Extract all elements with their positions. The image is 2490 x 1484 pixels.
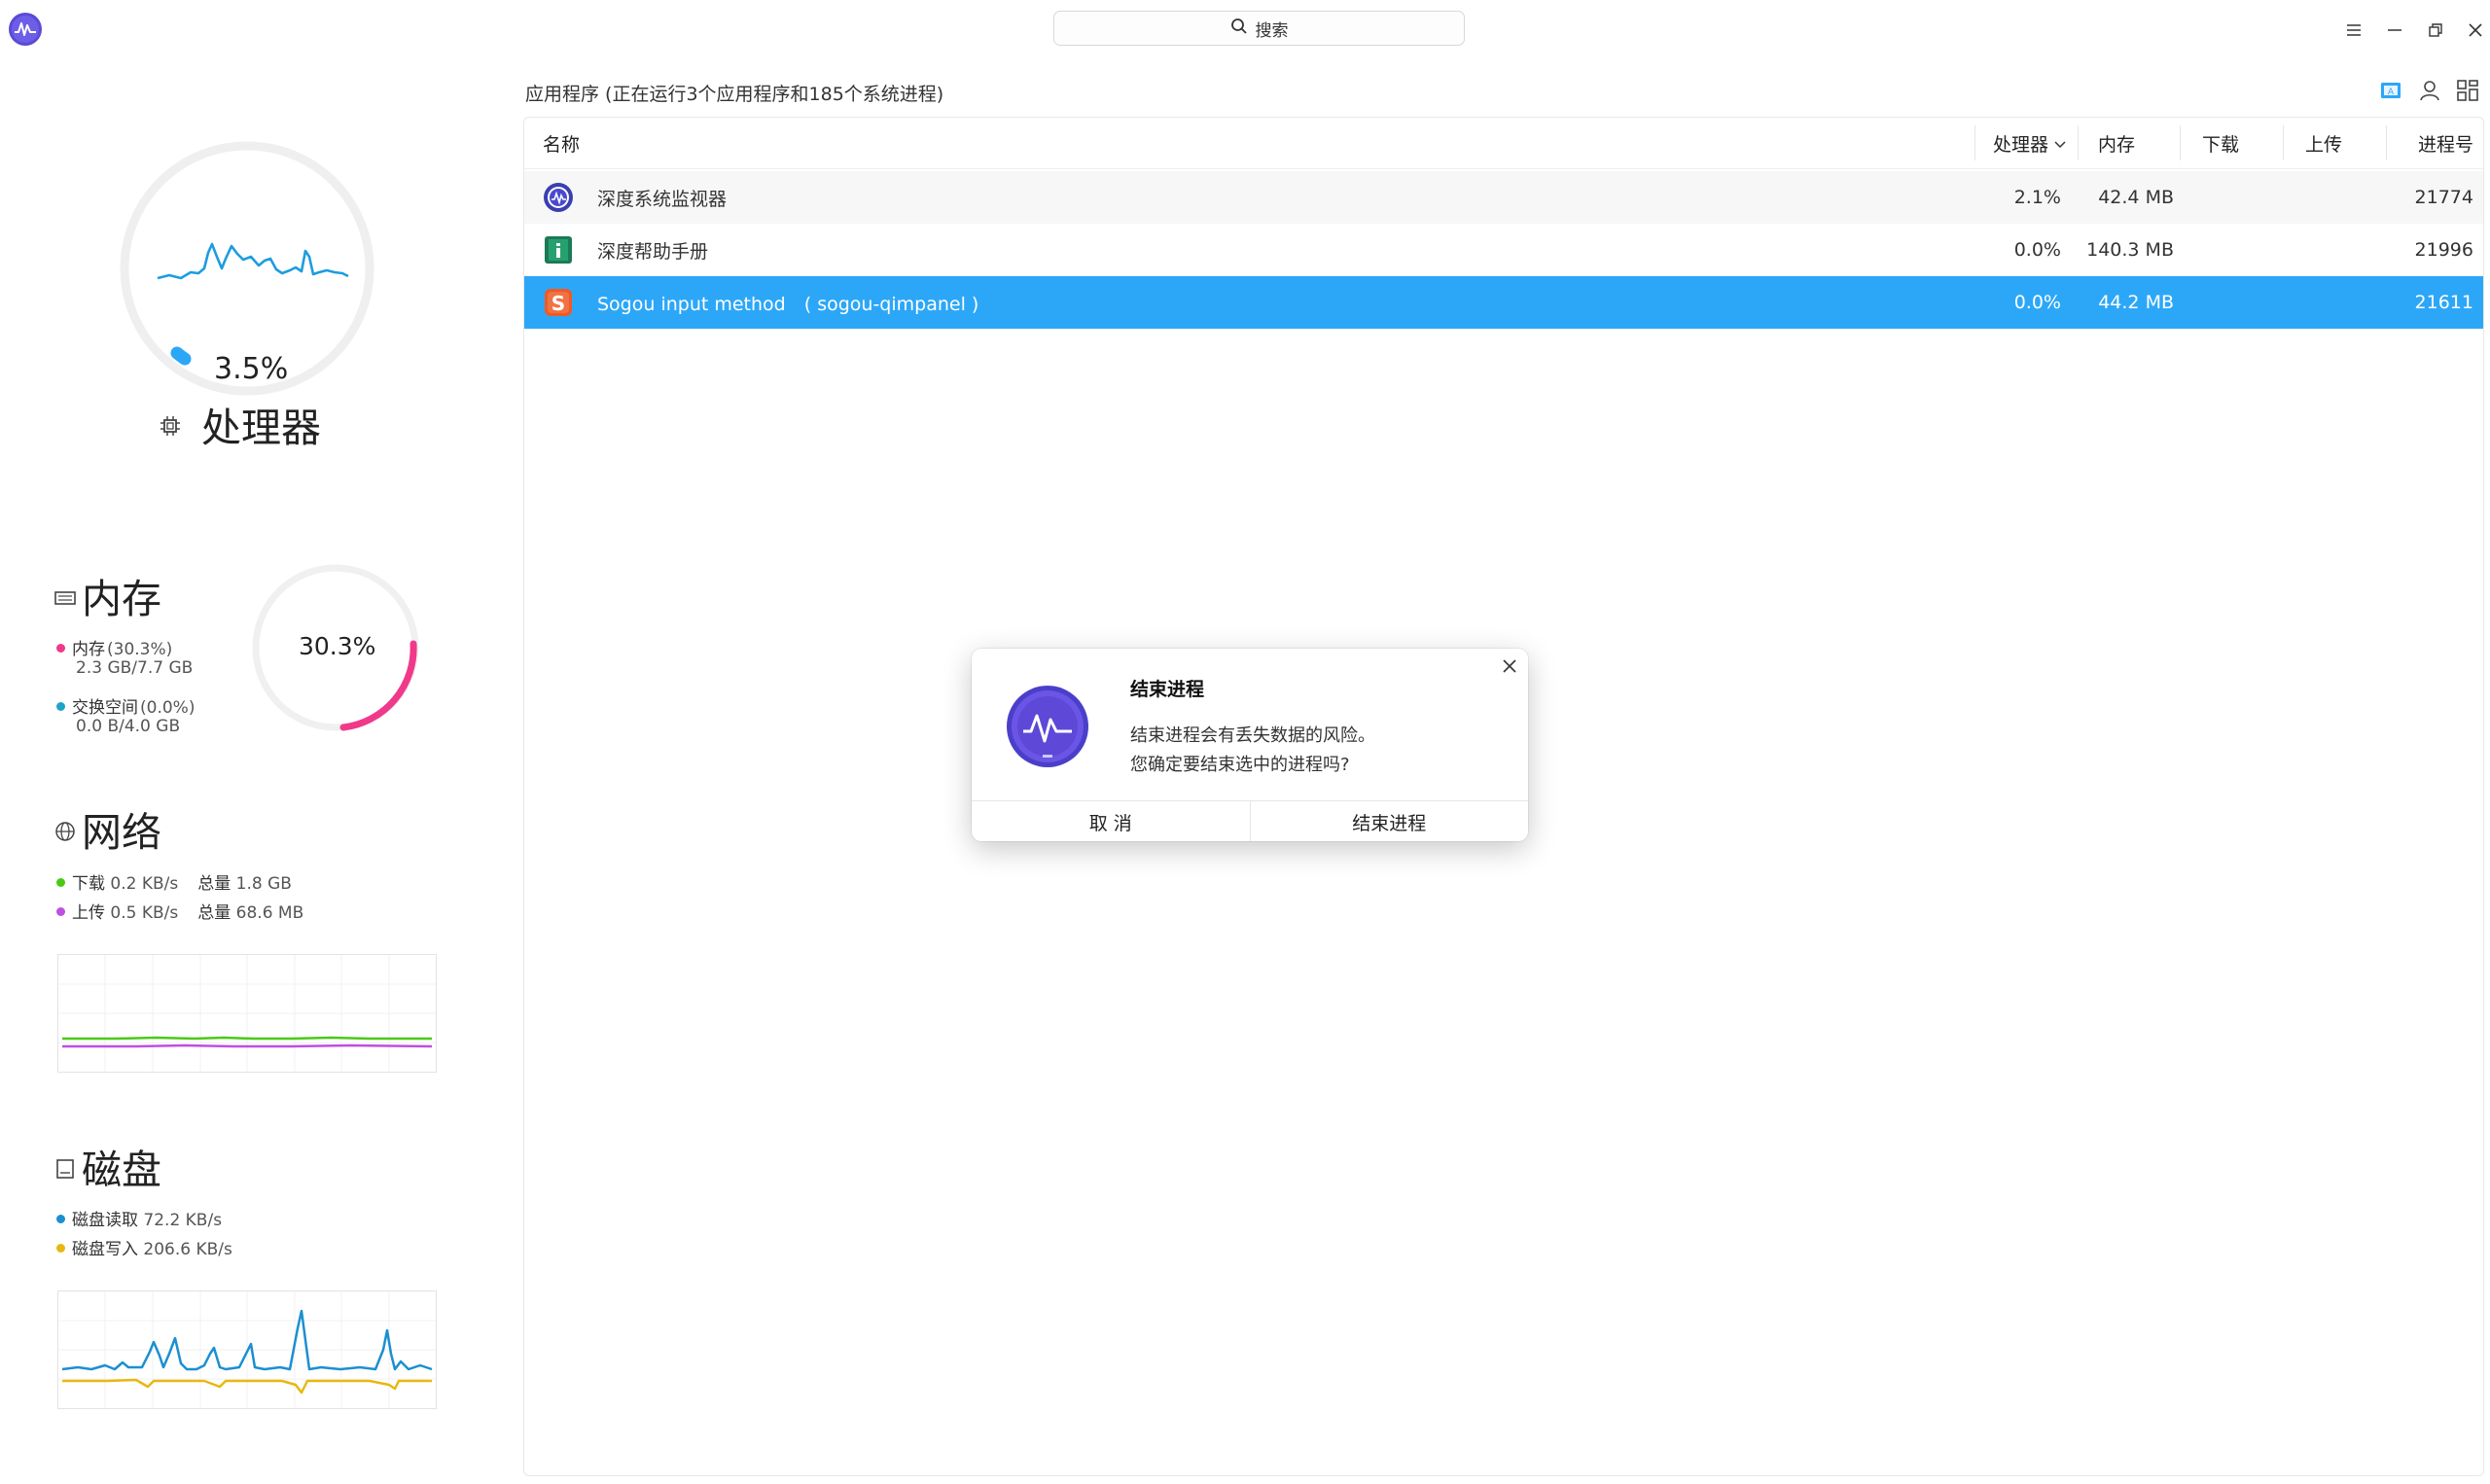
table-row-selected[interactable]: S Sogou input method ( sogou-qimpanel ) … [524, 276, 2483, 329]
memory-legend-item: 内存 (30.3%) [56, 635, 172, 659]
disk-read-dot [56, 1214, 65, 1223]
process-download [2178, 276, 2275, 329]
globe-icon [54, 805, 76, 852]
cpu-history-line [157, 242, 349, 280]
disk-icon [54, 1143, 76, 1189]
process-cpu: 2.1% [2013, 187, 2061, 208]
dialog-message-line1: 结束进程会有丢失数据的风险。 [1130, 725, 1375, 746]
column-header-pid[interactable]: 进程号 [2386, 118, 2473, 168]
memory-ring-label: 30.3% [299, 632, 376, 660]
process-download [2178, 224, 2275, 276]
dialog-message-line2: 您确定要结束选中的进程吗? [1130, 755, 1350, 775]
process-name: 深度系统监视器 [597, 188, 728, 210]
cpu-usage-arc [170, 346, 192, 366]
search-input[interactable]: 搜索 [1053, 11, 1465, 46]
dialog-button-bar: 取 消 结束进程 [972, 800, 1528, 841]
app-process-view-icon[interactable]: A [2378, 78, 2403, 103]
disk-read-legend-item: 磁盘读取 72.2 KB/s [56, 1206, 222, 1230]
swap-value: 0.0 B/4.0 GB [76, 717, 181, 736]
search-icon [1230, 18, 1248, 40]
minimize-icon[interactable] [2382, 18, 2407, 43]
table-header: 名称 处理器 内存 下载 上传 进程号 [524, 118, 2483, 169]
dialog-title: 结束进程 [1130, 679, 1205, 700]
swap-legend-item: 交换空间 (0.0%) [56, 693, 195, 718]
column-header-upload[interactable]: 上传 [2305, 118, 2342, 168]
cpu-section-title: 处理器 [159, 395, 321, 453]
deepin-monitor-icon [543, 171, 574, 224]
svg-text:S: S [551, 292, 565, 315]
column-header-download[interactable]: 下载 [2202, 118, 2239, 168]
app-logo-icon[interactable] [8, 12, 43, 47]
upload-line [62, 1043, 433, 1048]
network-section-title: 网络 [54, 799, 161, 858]
download-dot [56, 877, 65, 887]
disk-section-title: 磁盘 [54, 1137, 161, 1195]
process-memory: 140.3 MB [2086, 239, 2174, 261]
memory-section-title: 内存 [54, 566, 161, 624]
sogou-icon: S [543, 276, 574, 329]
all-process-view-icon[interactable] [2455, 78, 2480, 103]
close-icon[interactable] [2463, 18, 2488, 43]
disk-history-chart [57, 1290, 437, 1409]
process-memory: 42.4 MB [2098, 187, 2174, 208]
memory-icon [54, 572, 76, 618]
process-download [2178, 171, 2275, 224]
memory-value: 2.3 GB/7.7 GB [76, 658, 194, 678]
process-cpu: 0.0% [2013, 292, 2061, 313]
cpu-percent-label: 3.5% [214, 352, 289, 386]
process-summary-header: 应用程序 (正在运行3个应用程序和185个系统进程) [525, 84, 944, 105]
dialog-app-icon [1006, 685, 1089, 772]
table-row[interactable]: 深度帮助手册 0.0% 140.3 MB 21996 [524, 224, 2483, 276]
process-cpu: 0.0% [2013, 239, 2061, 261]
table-row[interactable]: 深度系统监视器 2.1% 42.4 MB 21774 [524, 171, 2483, 224]
process-upload [2281, 224, 2378, 276]
disk-write-legend-item: 磁盘写入 206.6 KB/s [56, 1235, 232, 1259]
process-memory: 44.2 MB [2098, 292, 2174, 313]
upload-legend-item: 上传 0.5 KB/s 总量 68.6 MB [56, 899, 303, 923]
download-line [62, 1036, 432, 1041]
end-process-dialog: 结束进程 结束进程会有丢失数据的风险。 您确定要结束选中的进程吗? 取 消 结束… [972, 649, 1528, 841]
memory-dot [56, 643, 65, 653]
upload-dot [56, 906, 65, 916]
dialog-close-icon[interactable] [1499, 655, 1520, 677]
user-process-view-icon[interactable] [2417, 78, 2442, 103]
process-upload [2281, 276, 2378, 329]
process-pid: 21996 [2414, 239, 2473, 261]
end-process-button[interactable]: 结束进程 [1249, 801, 1529, 841]
network-history-chart [57, 954, 437, 1073]
process-pid: 21774 [2414, 187, 2473, 208]
process-upload [2281, 171, 2378, 224]
disk-write-dot [56, 1243, 65, 1253]
column-header-memory[interactable]: 内存 [2098, 118, 2135, 168]
restore-icon[interactable] [2423, 18, 2448, 43]
process-name: Sogou input method ( sogou-qimpanel ) [597, 293, 979, 315]
process-name: 深度帮助手册 [597, 240, 709, 263]
column-header-cpu[interactable]: 处理器 [1993, 118, 2066, 168]
search-placeholder: 搜索 [1255, 20, 1289, 41]
column-header-name[interactable]: 名称 [543, 118, 580, 168]
sort-chevron-down-icon [2054, 132, 2066, 154]
cpu-chip-icon [159, 401, 182, 447]
deepin-manual-icon [543, 224, 574, 276]
menu-icon[interactable] [2341, 18, 2366, 43]
swap-dot [56, 701, 65, 711]
download-legend-item: 下载 0.2 KB/s 总量 1.8 GB [56, 869, 292, 894]
svg-text:A: A [2388, 88, 2395, 97]
cancel-button[interactable]: 取 消 [972, 801, 1250, 841]
process-pid: 21611 [2414, 292, 2473, 313]
